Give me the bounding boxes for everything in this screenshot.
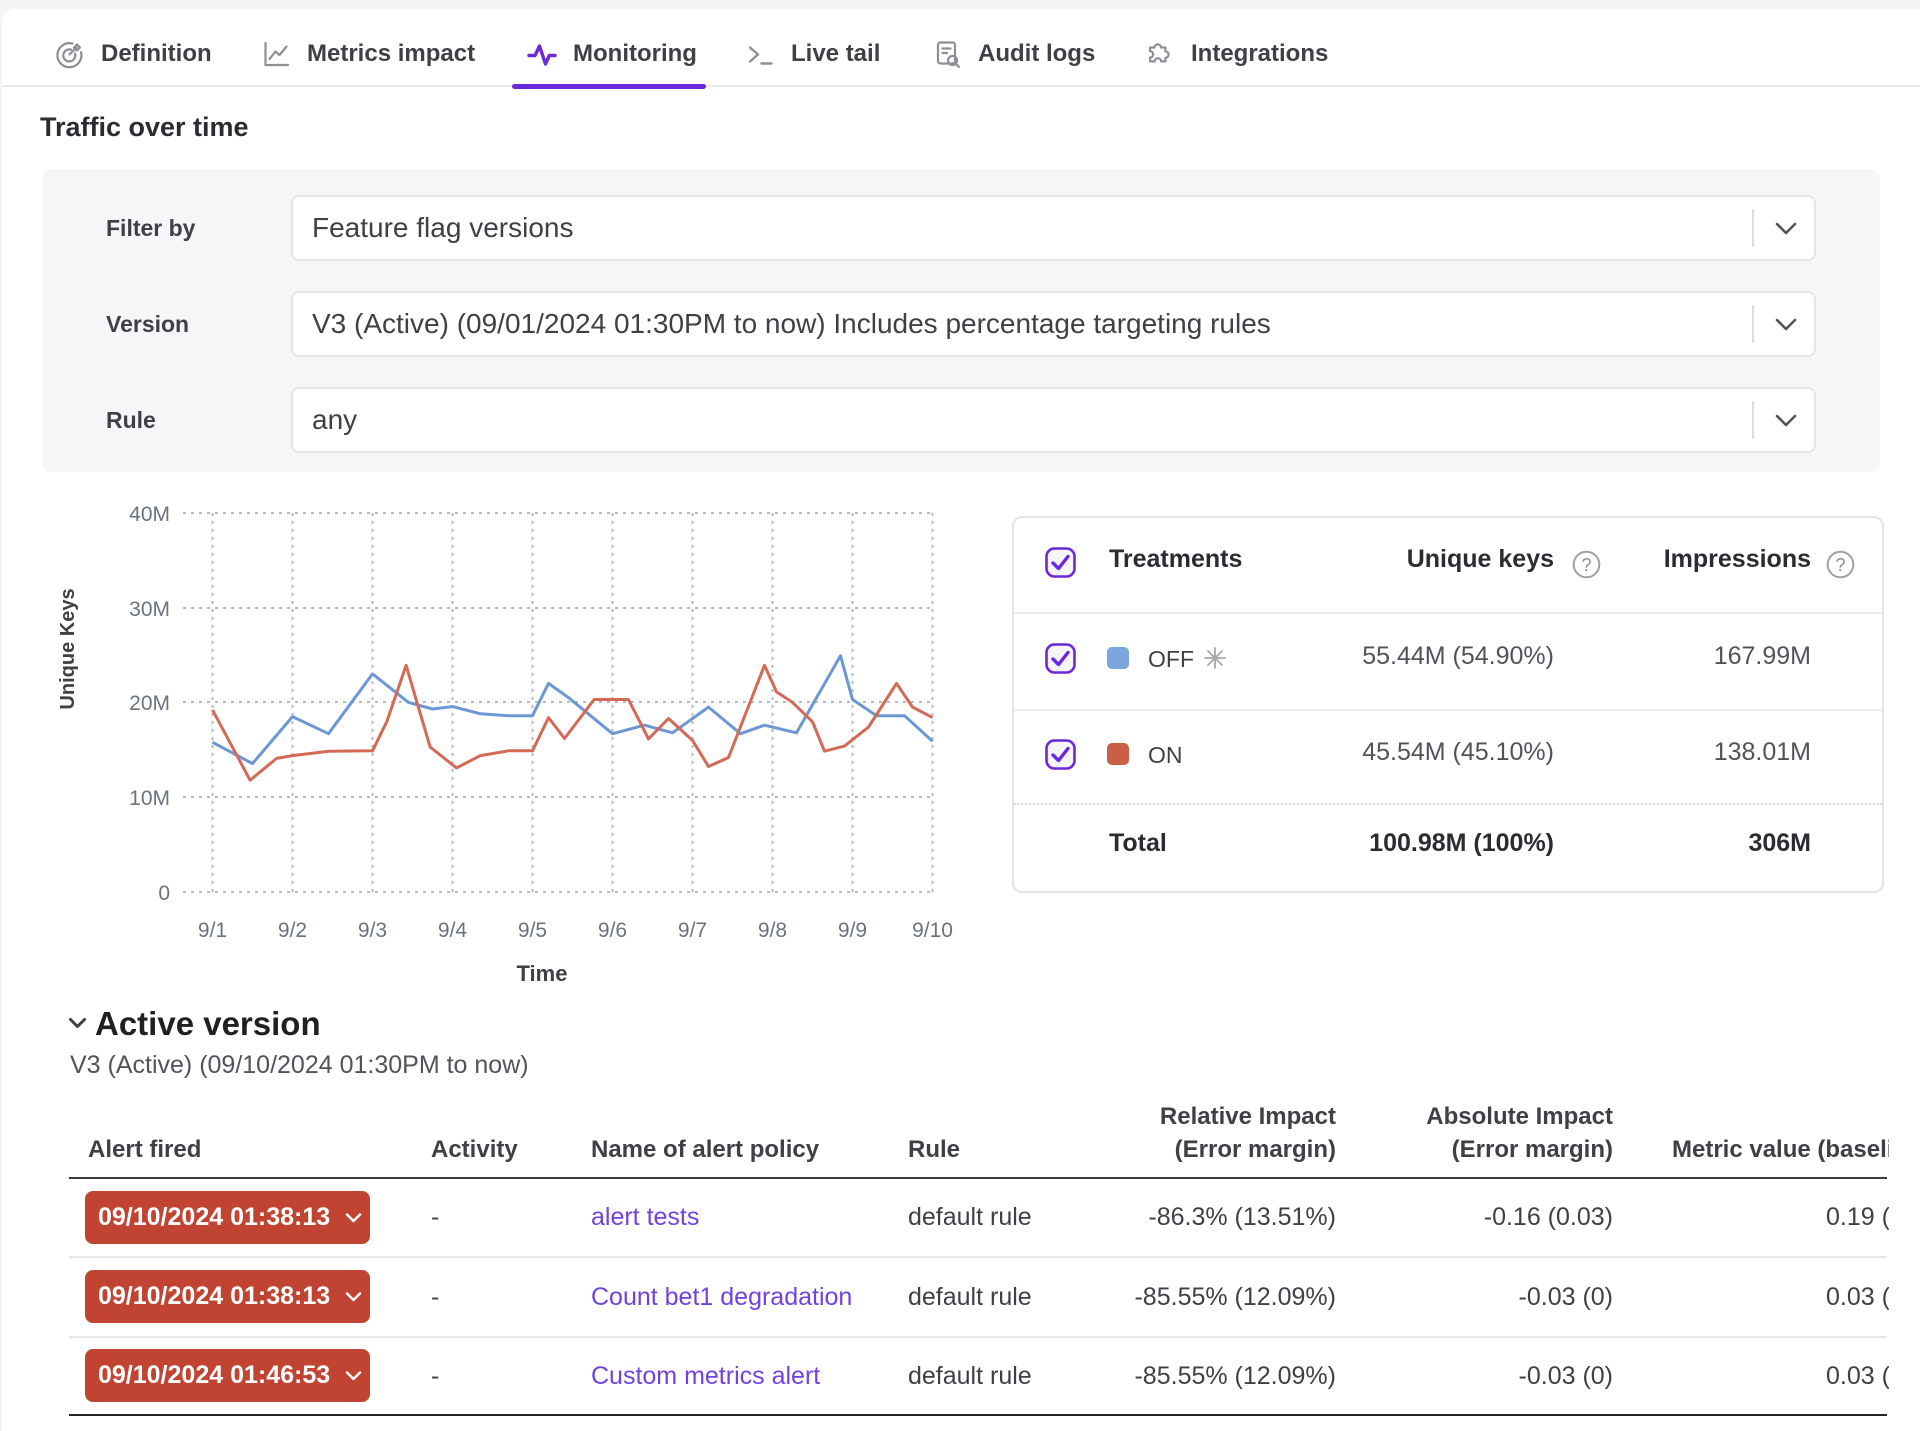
svg-text:40M: 40M	[129, 503, 170, 526]
svg-text:?: ?	[1581, 555, 1591, 575]
svg-text:9/8: 9/8	[758, 919, 787, 942]
svg-text:30M: 30M	[129, 598, 170, 621]
svg-text:9/1: 9/1	[198, 919, 227, 942]
svg-text:?: ?	[1835, 555, 1845, 575]
svg-text:9/2: 9/2	[278, 919, 307, 942]
svg-text:20M: 20M	[129, 692, 170, 715]
svg-text:9/10: 9/10	[912, 919, 953, 942]
svg-text:Time: Time	[517, 961, 568, 986]
svg-text:9/4: 9/4	[438, 919, 468, 942]
svg-text:0: 0	[158, 882, 170, 905]
svg-text:9/9: 9/9	[838, 919, 867, 942]
svg-text:9/6: 9/6	[598, 919, 627, 942]
svg-text:9/3: 9/3	[358, 919, 387, 942]
svg-text:10M: 10M	[129, 787, 170, 810]
svg-text:Unique Keys: Unique Keys	[57, 588, 79, 709]
svg-text:9/7: 9/7	[678, 919, 707, 942]
svg-text:9/5: 9/5	[518, 919, 547, 942]
